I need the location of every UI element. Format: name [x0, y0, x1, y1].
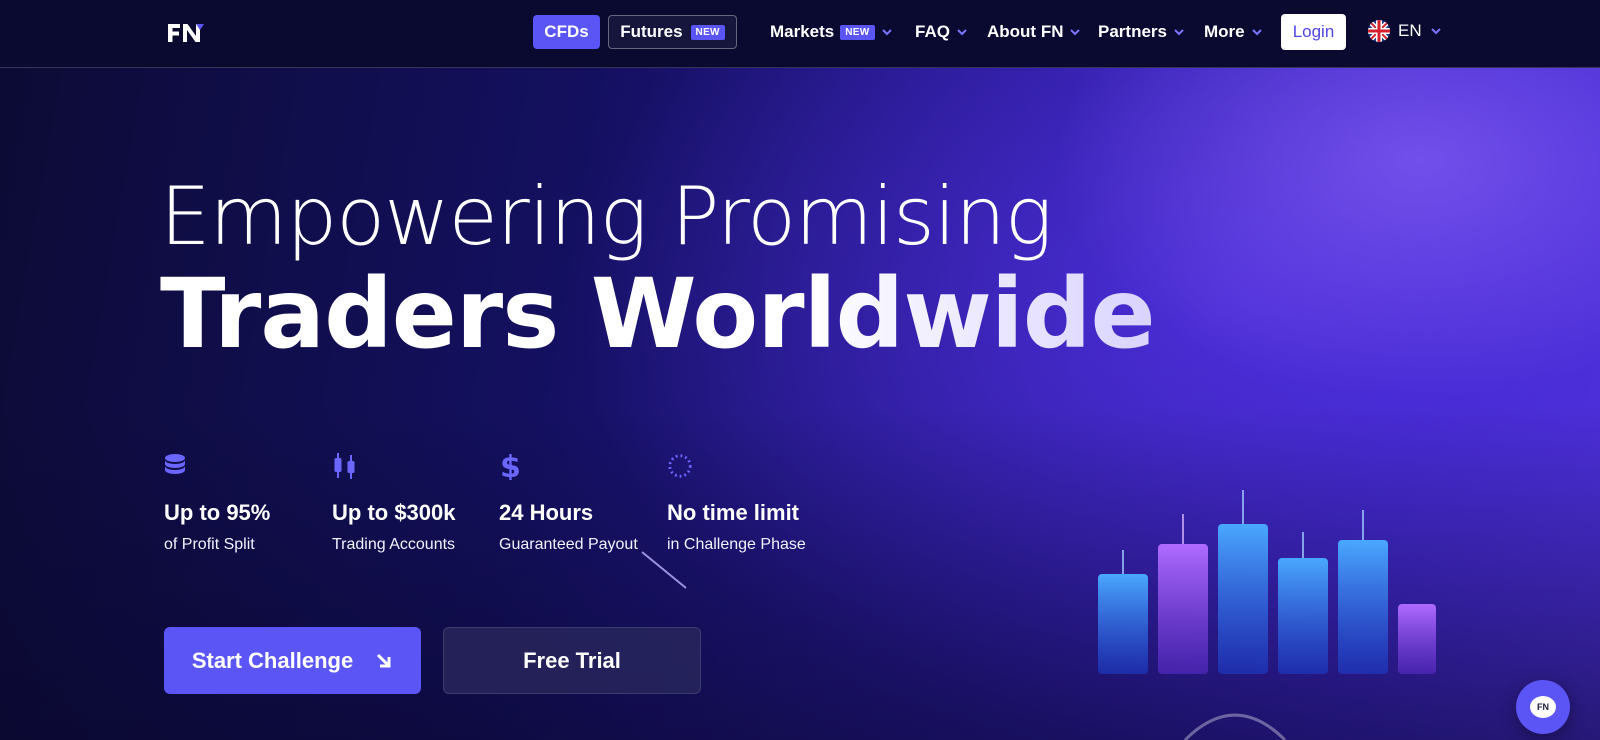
candlestick-icon	[334, 453, 355, 479]
dotted-circle-icon	[668, 454, 692, 478]
nav-about-label: About FN	[987, 22, 1064, 41]
logo[interactable]: FN	[166, 22, 206, 44]
free-trial-label: Free Trial	[523, 647, 621, 673]
stat-label: in Challenge Phase	[667, 536, 806, 553]
stat-value: 24 Hours	[499, 500, 594, 525]
glowing-bars-illustration	[1098, 490, 1436, 674]
uk-flag-icon	[1368, 20, 1390, 42]
nav-faq[interactable]: FAQ	[915, 20, 968, 44]
stat-label: Trading Accounts	[332, 536, 456, 553]
language-code: EN	[1398, 21, 1422, 40]
chevron-down-icon	[1430, 28, 1441, 35]
nav-about[interactable]: About FN	[987, 20, 1081, 44]
hero-headline-line1: Empowering Promising	[160, 170, 1053, 263]
stat-value: Up to $300k	[332, 500, 456, 525]
tab-futures-label: Futures	[620, 22, 683, 41]
tab-futures[interactable]: Futures NEW	[608, 15, 737, 49]
nav-partners-label: Partners	[1098, 22, 1167, 41]
login-button[interactable]: Login	[1281, 14, 1346, 50]
light-streak	[641, 551, 687, 589]
new-badge: NEW	[840, 24, 875, 40]
chevron-down-icon	[957, 29, 967, 36]
chevron-down-icon	[1251, 29, 1262, 36]
tab-cfds-label: CFDs	[544, 22, 589, 41]
start-challenge-button[interactable]: Start Challenge	[164, 627, 421, 694]
nav-more[interactable]: More	[1204, 20, 1263, 44]
svg-text:$: $	[500, 452, 521, 480]
chevron-down-icon	[881, 29, 892, 36]
chevron-down-icon	[1070, 29, 1081, 36]
chevron-down-icon	[1174, 29, 1184, 36]
nav-markets-label: Markets	[770, 22, 835, 41]
start-challenge-label: Start Challenge	[191, 647, 354, 673]
stat-payout: $ 24 Hours Guaranteed Payout	[499, 452, 669, 554]
nav-more-label: More	[1204, 22, 1245, 41]
nav-partners[interactable]: Partners	[1098, 20, 1185, 44]
chat-label: FN	[1537, 702, 1549, 712]
stat-trading-accounts: Up to $300k Trading Accounts	[332, 452, 502, 554]
nav-faq-label: FAQ	[915, 22, 950, 41]
stat-time-limit: No time limit in Challenge Phase	[667, 452, 837, 554]
top-navigation: FN CFDs Futures NEW Markets NEW FAQ Abou…	[0, 0, 1600, 68]
hero-headline-line2: Traders Worldwide	[160, 258, 1156, 370]
stat-value: Up to 95%	[164, 500, 271, 525]
nav-markets[interactable]: Markets NEW	[770, 20, 893, 44]
decorative-arc	[1183, 713, 1287, 740]
dollar-icon: $	[500, 452, 521, 480]
chat-bubble-icon: FN	[1530, 696, 1556, 718]
language-selector[interactable]: EN	[1368, 20, 1442, 42]
new-badge: NEW	[690, 24, 725, 40]
stat-value: No time limit	[667, 500, 800, 525]
login-label: Login	[1292, 22, 1335, 41]
coin-stack-icon	[165, 454, 185, 474]
tab-cfds[interactable]: CFDs	[533, 15, 600, 49]
stat-label: of Profit Split	[164, 536, 255, 553]
arrow-down-right-icon	[377, 653, 391, 667]
free-trial-button[interactable]: Free Trial	[443, 627, 701, 694]
stat-profit-split: Up to 95% of Profit Split	[164, 452, 334, 554]
chat-widget-button[interactable]: FN	[1516, 680, 1570, 734]
